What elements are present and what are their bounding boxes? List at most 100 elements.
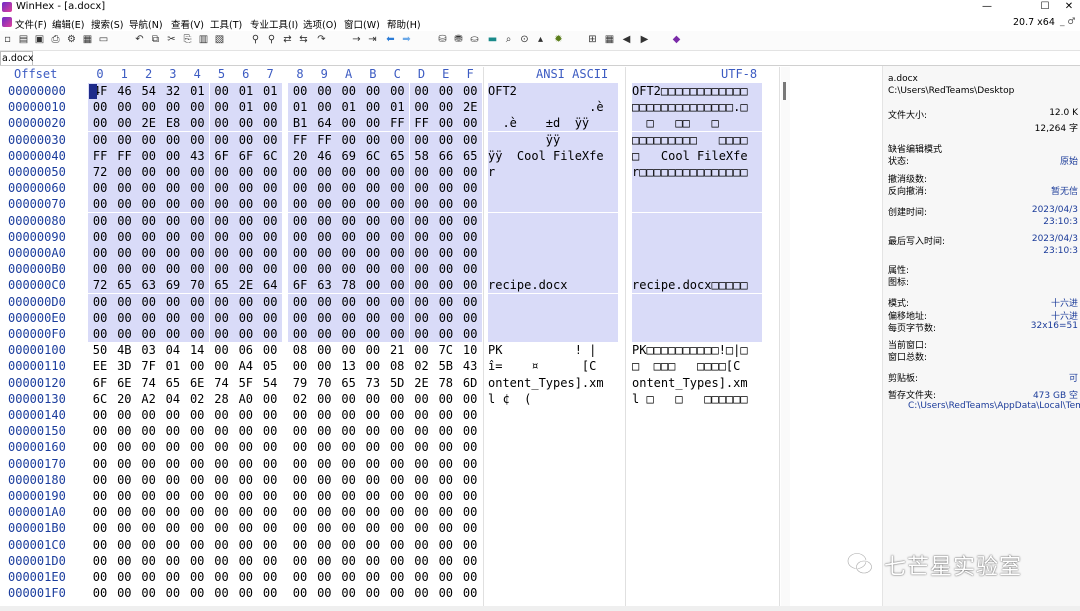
hex-byte[interactable]: 00: [139, 472, 159, 488]
hex-byte[interactable]: 00: [433, 326, 459, 342]
utf8-text[interactable]: [632, 569, 762, 585]
cut-icon[interactable]: ✂: [165, 34, 178, 46]
ansi-text[interactable]: [488, 439, 618, 455]
ansi-text[interactable]: [488, 245, 618, 261]
hex-byte[interactable]: 00: [458, 83, 483, 99]
forward-icon[interactable]: ➡: [400, 34, 413, 46]
hex-byte[interactable]: 00: [385, 261, 410, 278]
hex-byte[interactable]: 00: [288, 293, 313, 310]
close-button[interactable]: ✕: [1058, 0, 1080, 14]
hex-byte[interactable]: 00: [163, 537, 183, 553]
hex-byte[interactable]: 00: [160, 261, 186, 278]
menu-search[interactable]: 搜索(S): [91, 17, 123, 31]
hex-byte[interactable]: 00: [412, 504, 432, 520]
hex-byte[interactable]: 00: [258, 309, 283, 326]
hex-byte[interactable]: 00: [360, 83, 386, 99]
hex-byte[interactable]: 00: [360, 261, 386, 278]
hex-byte[interactable]: 00: [185, 164, 210, 180]
hex-byte[interactable]: 00: [112, 99, 137, 116]
new-file-icon[interactable]: ▫: [1, 34, 14, 46]
hex-byte[interactable]: 00: [160, 99, 186, 116]
hex-byte[interactable]: 00: [458, 228, 483, 245]
hex-byte[interactable]: 00: [160, 326, 186, 342]
hex-byte[interactable]: 00: [114, 423, 134, 439]
hex-byte[interactable]: 00: [336, 245, 361, 261]
hex-byte[interactable]: 65: [339, 375, 359, 391]
ansi-text[interactable]: l ¢ (: [488, 391, 618, 407]
hex-byte[interactable]: 00: [212, 569, 232, 585]
hex-byte[interactable]: 00: [458, 164, 483, 180]
hex-byte[interactable]: 00: [160, 164, 186, 180]
hex-byte[interactable]: 00: [114, 439, 134, 455]
hex-byte[interactable]: 00: [339, 569, 359, 585]
hex-byte[interactable]: 00: [436, 439, 456, 455]
hex-byte[interactable]: 00: [363, 407, 383, 423]
hex-byte[interactable]: 00: [139, 439, 159, 455]
hex-byte[interactable]: 00: [360, 131, 386, 148]
hex-byte[interactable]: 00: [112, 196, 137, 213]
hex-byte[interactable]: 00: [290, 423, 310, 439]
hex-byte[interactable]: 00: [258, 99, 283, 116]
hex-byte[interactable]: 00: [90, 520, 110, 536]
utf8-text[interactable]: [632, 504, 762, 520]
hex-byte[interactable]: 00: [185, 261, 210, 278]
ansi-text[interactable]: ÿÿ: [488, 131, 618, 148]
hex-byte[interactable]: 00: [460, 537, 480, 553]
hex-byte[interactable]: 00: [209, 261, 234, 278]
hex-byte[interactable]: 00: [363, 488, 383, 504]
ansi-text[interactable]: [488, 537, 618, 553]
hex-byte[interactable]: 00: [288, 164, 313, 180]
hex-byte[interactable]: 00: [236, 553, 256, 569]
hex-byte[interactable]: 00: [163, 585, 183, 601]
hex-byte[interactable]: 00: [233, 180, 259, 197]
hex-byte[interactable]: 00: [260, 569, 280, 585]
hex-byte[interactable]: 00: [139, 520, 159, 536]
chart-icon[interactable]: ▴: [534, 34, 547, 46]
hex-byte[interactable]: 00: [236, 423, 256, 439]
hex-byte[interactable]: 01: [233, 83, 259, 99]
hex-byte[interactable]: 01: [233, 99, 259, 116]
hex-byte[interactable]: 00: [363, 569, 383, 585]
hex-byte[interactable]: 00: [288, 245, 313, 261]
hex-byte[interactable]: 00: [163, 456, 183, 472]
hex-byte[interactable]: 00: [163, 520, 183, 536]
hex-byte[interactable]: 00: [209, 212, 234, 229]
hex-byte[interactable]: 00: [433, 196, 459, 213]
ansi-text[interactable]: [488, 553, 618, 569]
write-icon[interactable]: ▥: [197, 34, 210, 46]
hex-byte[interactable]: 00: [387, 407, 407, 423]
utf8-text[interactable]: [632, 423, 762, 439]
hex-byte[interactable]: 00: [360, 277, 386, 294]
hex-byte[interactable]: 00: [185, 131, 210, 148]
hex-byte[interactable]: 00: [312, 261, 337, 278]
ansi-text[interactable]: [488, 456, 618, 472]
hex-byte[interactable]: 00: [163, 488, 183, 504]
hex-byte[interactable]: 00: [258, 326, 283, 342]
hex-byte[interactable]: 00: [436, 504, 456, 520]
hex-byte[interactable]: 00: [114, 407, 134, 423]
hex-byte[interactable]: 00: [436, 569, 456, 585]
next-icon[interactable]: ▶: [638, 34, 651, 46]
utf8-text[interactable]: r□□□□□□□□□□□□□□□: [632, 164, 762, 180]
hex-byte[interactable]: 65: [385, 147, 410, 164]
menu-navigate[interactable]: 导航(N): [129, 17, 163, 31]
hex-byte[interactable]: 00: [339, 472, 359, 488]
hex-byte[interactable]: 00: [314, 439, 334, 455]
hex-byte[interactable]: 43: [185, 147, 210, 164]
hex-byte[interactable]: A4: [236, 358, 256, 374]
hex-byte[interactable]: 00: [360, 228, 386, 245]
hex-byte[interactable]: 46: [112, 83, 137, 99]
hex-byte[interactable]: 00: [314, 553, 334, 569]
hex-byte[interactable]: 00: [363, 553, 383, 569]
hex-byte[interactable]: 00: [88, 326, 113, 342]
hex-byte[interactable]: 01: [185, 83, 210, 99]
hex-byte[interactable]: 00: [212, 472, 232, 488]
hex-byte[interactable]: 00: [387, 472, 407, 488]
hex-byte[interactable]: 00: [290, 358, 310, 374]
copy-icon[interactable]: ⧉: [149, 34, 162, 46]
hex-byte[interactable]: 21: [387, 342, 407, 358]
ansi-text[interactable]: ontent_Types].xm: [488, 375, 618, 391]
hex-byte[interactable]: E8: [160, 115, 186, 132]
menu-extra[interactable]: _ ♂: [1060, 17, 1075, 27]
hex-byte[interactable]: 00: [290, 456, 310, 472]
